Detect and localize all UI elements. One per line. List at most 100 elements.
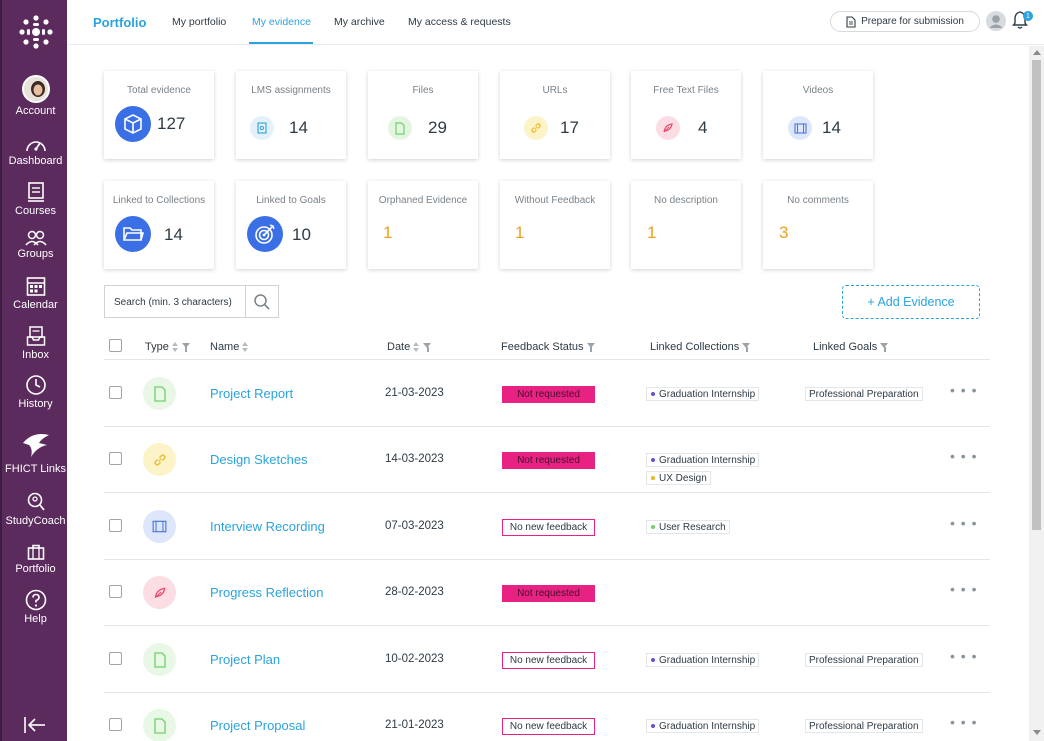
add-evidence-button[interactable]: + Add Evidence [842, 285, 980, 319]
row-checkbox[interactable] [109, 386, 122, 399]
nav-courses[interactable]: Courses [2, 181, 69, 217]
filter-icon[interactable] [880, 342, 889, 352]
nav-account[interactable]: Account [2, 75, 69, 117]
collection-tag[interactable]: Graduation Internship [646, 719, 760, 733]
table-row[interactable]: Project Report 21-03-2023 Not requested … [104, 361, 990, 427]
table-row[interactable]: Design Sketches 14-03-2023 Not requested… [104, 427, 990, 493]
nav-fhict-links[interactable]: FHICT Links [2, 427, 69, 475]
tab-my-evidence[interactable]: My evidence [252, 16, 311, 28]
stat-title: Orphaned Evidence [378, 195, 468, 206]
user-profile-icon[interactable] [986, 11, 1006, 36]
column-label: Linked Collections [650, 341, 740, 353]
column-name[interactable]: Name [210, 341, 249, 353]
row-checkbox[interactable] [109, 652, 122, 665]
stat-value: 14 [164, 225, 183, 244]
collection-tag[interactable]: User Research [646, 520, 730, 534]
row-checkbox[interactable] [109, 718, 122, 731]
cube-icon [115, 106, 151, 142]
evidence-name-link[interactable]: Project Report [210, 386, 293, 401]
more-actions-icon[interactable]: • • • [950, 448, 977, 464]
scrollbar-thumb[interactable] [1032, 60, 1041, 530]
sort-icon[interactable] [413, 342, 420, 352]
evidence-name-link[interactable]: Design Sketches [210, 452, 308, 467]
collection-tag[interactable]: UX Design [646, 471, 711, 485]
column-linked-collections[interactable]: Linked Collections [650, 341, 751, 353]
prepare-for-submission-button[interactable]: Prepare for submission [830, 11, 980, 32]
filter-icon[interactable] [181, 342, 191, 352]
tab-my-archive[interactable]: My archive [334, 16, 385, 28]
nav-help[interactable]: Help [2, 589, 69, 625]
column-feedback-status[interactable]: Feedback Status [501, 341, 596, 353]
evidence-name-link[interactable]: Project Proposal [210, 718, 305, 733]
stat-card-urls[interactable]: URLs 17 [500, 71, 610, 159]
goal-tag[interactable]: Professional Preparation [805, 653, 923, 667]
stat-card-lms-assignments[interactable]: LMS assignments 14 [236, 71, 346, 159]
nav-inbox[interactable]: Inbox [2, 325, 69, 361]
more-actions-icon[interactable]: • • • [950, 714, 977, 730]
more-actions-icon[interactable]: • • • [950, 515, 977, 531]
table-row[interactable]: Interview Recording 07-03-2023 No new fe… [104, 494, 990, 560]
page-scrollbar[interactable] [1029, 46, 1044, 741]
stat-card-without-feedback[interactable]: Without Feedback 1 [500, 181, 610, 269]
row-checkbox[interactable] [109, 519, 122, 532]
stat-card-orphaned-evidence[interactable]: Orphaned Evidence 1 [368, 181, 478, 269]
nav-portfolio[interactable]: Portfolio [2, 543, 69, 575]
column-label: Name [210, 341, 240, 353]
stat-card-no-comments[interactable]: No comments 3 [763, 181, 873, 269]
nav-studycoach[interactable]: StudyCoach [2, 491, 69, 527]
stat-card-no-description[interactable]: No description 1 [631, 181, 741, 269]
row-checkbox[interactable] [109, 452, 122, 465]
scroll-down-icon[interactable] [1033, 730, 1041, 735]
stat-title: Linked to Goals [256, 195, 326, 206]
column-date[interactable]: Date [387, 341, 432, 353]
evidence-name-link[interactable]: Progress Reflection [210, 585, 323, 600]
sort-icon[interactable] [171, 342, 179, 352]
column-type[interactable]: Type [145, 341, 191, 353]
filter-icon[interactable] [742, 342, 751, 352]
table-row[interactable]: Progress Reflection 28-02-2023 Not reque… [104, 560, 990, 626]
tab-my-portfolio[interactable]: My portfolio [172, 16, 226, 28]
stat-card-free-text-files[interactable]: Free Text Files 4 [631, 71, 741, 159]
stat-card-total-evidence[interactable]: Total evidence 127 [104, 71, 214, 159]
collection-tag[interactable]: Graduation Internship [646, 453, 760, 467]
stat-value: 17 [560, 118, 579, 137]
nav-groups[interactable]: Groups [2, 230, 69, 260]
stat-card-videos[interactable]: Videos 14 [763, 71, 873, 159]
stat-card-linked-goals[interactable]: Linked to Goals 10 [236, 181, 346, 269]
goal-tag[interactable]: Professional Preparation [805, 719, 923, 733]
more-actions-icon[interactable]: • • • [950, 581, 977, 597]
collection-tag[interactable]: Graduation Internship [646, 387, 760, 401]
nav-dashboard[interactable]: Dashboard [2, 135, 69, 167]
evidence-name-link[interactable]: Interview Recording [210, 519, 325, 534]
filter-icon[interactable] [586, 342, 596, 352]
filter-icon[interactable] [423, 342, 432, 352]
sort-icon[interactable] [242, 342, 249, 352]
portfolio-brand[interactable]: Portfolio [93, 15, 146, 30]
select-all-checkbox[interactable] [109, 339, 122, 352]
stat-title: No description [654, 195, 718, 206]
more-actions-icon[interactable]: • • • [950, 648, 977, 664]
scroll-up-icon[interactable] [1033, 50, 1041, 55]
stat-value: 1 [383, 223, 393, 242]
tab-my-access-requests[interactable]: My access & requests [408, 16, 511, 28]
canvas-logo-icon[interactable] [2, 14, 69, 58]
stat-card-linked-collections[interactable]: Linked to Collections 14 [104, 181, 214, 269]
more-actions-icon[interactable]: • • • [950, 382, 977, 398]
search-input[interactable]: Search (min. 3 characters) [104, 285, 279, 318]
evidence-content: Total evidence 127 LMS assignments 14 Fi… [67, 46, 1029, 741]
search-button[interactable] [245, 286, 278, 317]
stat-title: LMS assignments [251, 85, 331, 96]
nav-calendar[interactable]: Calendar [2, 275, 69, 311]
row-checkbox[interactable] [109, 585, 122, 598]
table-row[interactable]: Project Plan 10-02-2023 No new feedback … [104, 627, 990, 693]
column-linked-goals[interactable]: Linked Goals [813, 341, 889, 353]
file-icon [388, 116, 412, 140]
goal-tag[interactable]: Professional Preparation [805, 387, 923, 401]
collapse-nav-icon[interactable] [22, 714, 48, 736]
history-icon [25, 375, 46, 395]
nav-history[interactable]: History [2, 374, 69, 410]
evidence-name-link[interactable]: Project Plan [210, 652, 280, 667]
collection-tag[interactable]: Graduation Internship [646, 653, 760, 667]
table-row[interactable]: Project Proposal 21-01-2023 No new feedb… [104, 693, 990, 741]
stat-card-files[interactable]: Files 29 [368, 71, 478, 159]
